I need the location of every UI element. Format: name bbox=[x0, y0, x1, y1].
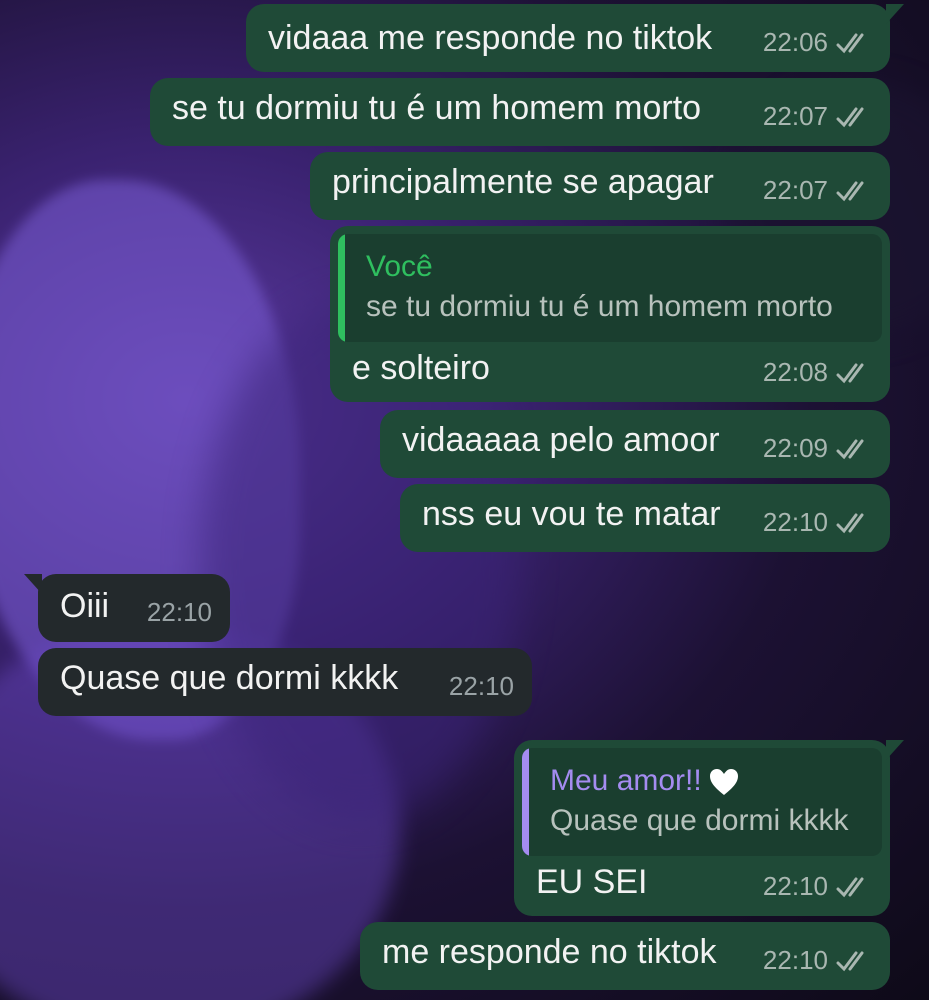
outgoing-message[interactable]: vidaaa me responde no tiktok 22:06 bbox=[246, 4, 904, 72]
message-text: Oiii bbox=[60, 587, 110, 625]
incoming-message[interactable]: Quase que dormi kkkk 22:10 bbox=[38, 648, 532, 716]
double-check-icon bbox=[836, 513, 864, 533]
message-text: e solteiro bbox=[352, 349, 490, 387]
quoted-text: Quase que dormi kkkk bbox=[550, 804, 849, 837]
double-check-icon bbox=[836, 181, 864, 201]
double-check-icon bbox=[836, 107, 864, 127]
quoted-message[interactable]: Você se tu dormiu tu é um homem morto bbox=[338, 234, 882, 342]
message-text: principalmente se apagar bbox=[332, 163, 714, 201]
incoming-message[interactable]: Oiii 22:10 bbox=[24, 574, 230, 642]
message-time: 22:07 bbox=[762, 175, 828, 205]
double-check-icon bbox=[836, 877, 864, 897]
message-time: 22:10 bbox=[146, 597, 212, 627]
quoted-message[interactable]: Meu amor!! Quase que dormi kkkk bbox=[522, 748, 882, 856]
message-time: 22:10 bbox=[448, 671, 514, 701]
double-check-icon bbox=[836, 439, 864, 459]
message-time: 22:09 bbox=[762, 433, 828, 463]
quoted-author: Você bbox=[366, 250, 433, 283]
outgoing-message[interactable]: me responde no tiktok 22:10 bbox=[360, 922, 890, 990]
message-time: 22:07 bbox=[762, 101, 828, 131]
outgoing-reply-message[interactable]: Você se tu dormiu tu é um homem morto e … bbox=[330, 226, 890, 402]
double-check-icon bbox=[836, 363, 864, 383]
message-time: 22:06 bbox=[762, 27, 828, 57]
quoted-author: Meu amor!! bbox=[550, 764, 702, 797]
message-time: 22:08 bbox=[762, 357, 828, 387]
outgoing-message[interactable]: vidaaaaa pelo amoor 22:09 bbox=[380, 410, 890, 478]
outgoing-message[interactable]: principalmente se apagar 22:07 bbox=[310, 152, 890, 220]
outgoing-message[interactable]: nss eu vou te matar 22:10 bbox=[400, 484, 890, 552]
outgoing-message[interactable]: se tu dormiu tu é um homem morto 22:07 bbox=[150, 78, 890, 146]
message-text: EU SEI bbox=[536, 863, 648, 901]
message-text: vidaaaaa pelo amoor bbox=[402, 421, 720, 459]
message-text: Quase que dormi kkkk bbox=[60, 659, 399, 697]
message-text: vidaaa me responde no tiktok bbox=[268, 19, 713, 57]
double-check-icon bbox=[836, 33, 864, 53]
message-text: me responde no tiktok bbox=[382, 933, 717, 971]
white-heart-icon bbox=[709, 769, 738, 796]
message-text: nss eu vou te matar bbox=[422, 495, 721, 533]
message-time: 22:10 bbox=[762, 945, 828, 975]
outgoing-reply-message[interactable]: Meu amor!! Quase que dormi kkkk EU SEI 2… bbox=[514, 740, 904, 916]
message-time: 22:10 bbox=[762, 871, 828, 901]
quoted-text: se tu dormiu tu é um homem morto bbox=[366, 290, 833, 323]
message-text: se tu dormiu tu é um homem morto bbox=[172, 89, 702, 127]
double-check-icon bbox=[836, 951, 864, 971]
message-time: 22:10 bbox=[762, 507, 828, 537]
